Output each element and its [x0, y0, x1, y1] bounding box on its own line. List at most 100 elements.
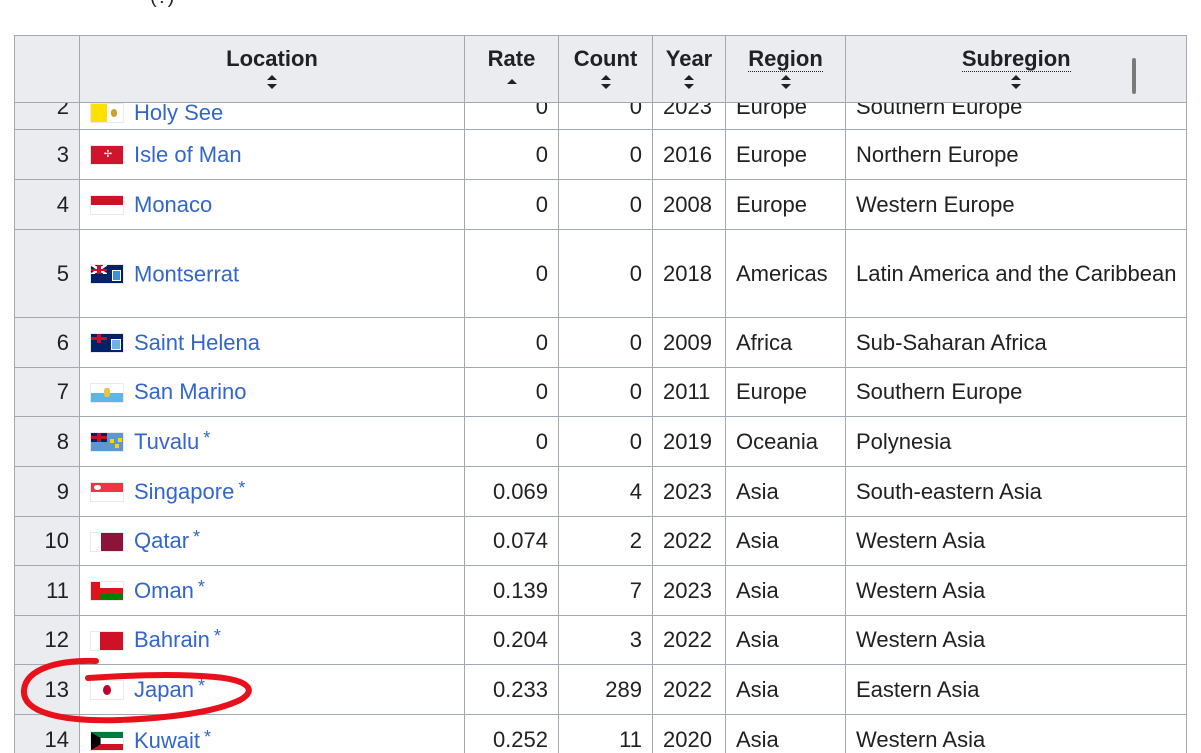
header-rate-label[interactable]: Rate	[475, 46, 548, 72]
location-link[interactable]: Oman	[134, 578, 194, 603]
bahrain-flag-icon	[90, 630, 124, 651]
sort-both-icon[interactable]	[780, 74, 792, 90]
sort-both-icon[interactable]	[600, 74, 612, 90]
header-location-label[interactable]: Location	[90, 46, 454, 72]
subregion-cell: Western Asia	[844, 615, 1188, 665]
scrollbar-thumb[interactable]	[1132, 58, 1136, 94]
footnote-star[interactable]: *	[198, 577, 205, 597]
rate-cell: 0.069	[464, 466, 559, 517]
header-count[interactable]: Count	[558, 35, 653, 103]
location-link[interactable]: Japan	[134, 677, 194, 702]
header-year[interactable]: Year	[652, 35, 726, 103]
subregion-cell: Southern Europe	[844, 367, 1188, 417]
sort-both-icon[interactable]	[266, 74, 278, 90]
footnote-star[interactable]: *	[198, 676, 205, 696]
location-link[interactable]: Isle of Man	[134, 142, 242, 167]
location-cell: Montserrat	[79, 229, 465, 318]
table-row: 7 San Marino 0 0 2011 Europe Southern Europe	[14, 367, 1188, 417]
header-subregion-label[interactable]: Subregion	[961, 46, 1071, 72]
location-link[interactable]: Holy See	[134, 104, 223, 126]
location-cell: San Marino	[79, 367, 465, 417]
location-link[interactable]: Qatar	[134, 529, 189, 554]
count-cell: 4	[558, 466, 653, 517]
table-row: 2 Holy See 0 0 2023 Europe Southern Europe	[14, 102, 1188, 130]
oman-flag-icon	[90, 581, 124, 602]
region-cell: Asia	[725, 713, 846, 753]
table-row: 14 Kuwait * 0.252 11 2020 Asia Western Asia	[14, 713, 1188, 753]
count-cell: 2	[558, 516, 653, 566]
header-rate[interactable]: Rate	[464, 35, 559, 103]
region-cell: Europe	[725, 129, 846, 180]
rate-cell: 0	[464, 416, 559, 467]
rate-cell: 0	[464, 129, 559, 180]
subregion-cell: Western Asia	[844, 713, 1188, 753]
subregion-cell: Northern Europe	[844, 129, 1188, 180]
sort-both-icon[interactable]	[683, 74, 695, 90]
isle-of-man-flag-icon: ✢	[90, 145, 124, 166]
header-year-label[interactable]: Year	[663, 46, 715, 72]
location-cell: Monaco	[79, 179, 465, 230]
location-link[interactable]: Saint Helena	[134, 330, 260, 355]
year-cell: 2023	[652, 466, 726, 517]
rate-cell: 0.139	[464, 565, 559, 616]
rate-cell: 0	[464, 102, 559, 130]
header-region[interactable]: Region	[725, 35, 846, 103]
year-cell: 2019	[652, 416, 726, 467]
location-link[interactable]: Singapore	[134, 479, 234, 504]
row-index: 10	[14, 516, 80, 566]
header-count-label[interactable]: Count	[569, 46, 642, 72]
row-index: 5	[14, 229, 80, 318]
year-cell: 2023	[652, 565, 726, 616]
row-index: 12	[14, 615, 80, 665]
year-cell: 2008	[652, 179, 726, 230]
table-row: 12 Bahrain * 0.204 3 2022 Asia Western Asia	[14, 615, 1188, 665]
region-cell: Oceania	[725, 416, 846, 467]
subregion-cell: Latin America and the Caribbean	[844, 229, 1188, 318]
header-location[interactable]: Location	[79, 35, 465, 103]
header-region-label[interactable]: Region	[748, 46, 823, 72]
count-cell: 289	[558, 664, 653, 715]
footnote-star[interactable]: *	[238, 478, 245, 498]
year-cell: 2023	[652, 102, 726, 130]
row-index: 13	[14, 664, 80, 715]
sort-both-icon[interactable]	[1010, 74, 1022, 90]
location-cell: Bahrain *	[79, 615, 465, 665]
footnote-star[interactable]: *	[204, 727, 211, 747]
table-row: 10 Qatar * 0.074 2 2022 Asia Western Asia	[14, 516, 1188, 566]
year-cell: 2018	[652, 229, 726, 318]
sort-ascending-icon[interactable]	[506, 74, 518, 90]
rate-cell: 0	[464, 317, 559, 368]
count-cell: 0	[558, 317, 653, 368]
region-cell: Africa	[725, 317, 846, 368]
vatican-flag-icon	[90, 103, 124, 123]
count-cell: 0	[558, 416, 653, 467]
region-cell: Europe	[725, 179, 846, 230]
page: (?) Location Rate	[0, 0, 1201, 753]
location-link[interactable]: Kuwait	[134, 728, 200, 753]
rate-cell: 0.074	[464, 516, 559, 566]
row-index: 4	[14, 179, 80, 230]
count-cell: 0	[558, 229, 653, 318]
location-cell: Tuvalu *	[79, 416, 465, 467]
region-cell: Asia	[725, 664, 846, 715]
footnote-star[interactable]: *	[214, 626, 221, 646]
table-body: 2 Holy See 0 0 2023 Europe Southern Europe 3 ✢ Is…	[14, 102, 1188, 753]
location-link[interactable]: Tuvalu	[134, 429, 199, 454]
monaco-flag-icon	[90, 195, 124, 216]
location-cell: Oman *	[79, 565, 465, 616]
subregion-cell: Western Asia	[844, 565, 1188, 616]
row-index: 8	[14, 416, 80, 467]
location-link[interactable]: Monaco	[134, 192, 212, 217]
region-cell: Europe	[725, 367, 846, 417]
location-link[interactable]: Montserrat	[134, 262, 239, 287]
footnote-star[interactable]: *	[193, 527, 200, 547]
location-link[interactable]: San Marino	[134, 380, 247, 405]
region-cell: Asia	[725, 565, 846, 616]
footnote-star[interactable]: *	[203, 428, 210, 448]
subregion-cell: Eastern Asia	[844, 664, 1188, 715]
count-cell: 0	[558, 102, 653, 130]
subregion-cell: Southern Europe	[844, 102, 1188, 130]
region-cell: Asia	[725, 516, 846, 566]
location-link[interactable]: Bahrain	[134, 628, 210, 653]
rate-cell: 0.233	[464, 664, 559, 715]
